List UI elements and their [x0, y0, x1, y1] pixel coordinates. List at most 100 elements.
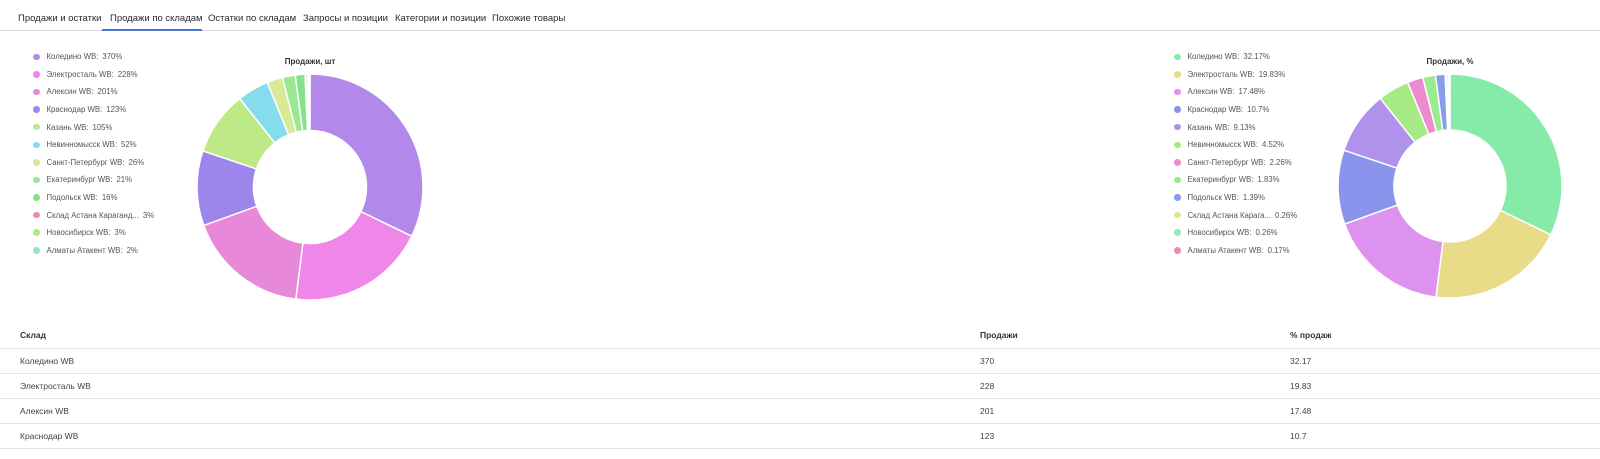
legend-label: Краснодар WB [1187, 105, 1242, 115]
legend-value: 9.13% [1233, 122, 1256, 132]
legend-item[interactable]: Электросталь WB:228% [33, 66, 154, 84]
legend-item[interactable]: Казань WB:9.13% [1174, 118, 1297, 136]
legend-dot [33, 141, 40, 149]
legend-dot [33, 53, 40, 61]
legend-value: 10.7% [1247, 105, 1270, 115]
legend-item[interactable]: Екатеринбург WB:21% [33, 171, 154, 189]
legend-value: 21% [116, 175, 133, 185]
legend-label: Екатеринбург WB [46, 175, 111, 185]
table-header: Склад Продажи % продаж [0, 322, 1600, 349]
legend-item[interactable]: Санкт-Петербург WB:26% [33, 154, 154, 172]
legend-dot [33, 123, 40, 131]
legend-value: 26% [128, 157, 145, 167]
legend-item[interactable]: Подольск WB:1.39% [1174, 189, 1297, 207]
legend-dot [33, 176, 40, 184]
chart-legend: Коледино WB:32.17% Электросталь WB:19.83… [1174, 48, 1297, 259]
legend-item[interactable]: Невинномысск WB:52% [33, 136, 154, 154]
legend-item[interactable]: Екатеринбург WB:1.83% [1174, 171, 1297, 189]
header-cell[interactable]: Продажи [980, 322, 1018, 349]
legend-item[interactable]: Склад Астана Караганд... 3% [33, 206, 154, 224]
legend-value: 0.26% [1275, 210, 1298, 220]
legend-value: 4.52% [1261, 140, 1285, 150]
legend-dot [1174, 211, 1181, 219]
legend-label: Краснодар WB [46, 105, 101, 115]
chart-legend: Коледино WB:370% Электросталь WB:228% Ал… [33, 48, 154, 259]
legend-item[interactable]: Казань WB:105% [33, 118, 154, 136]
legend-dot [1174, 159, 1181, 166]
tab-categories-and-positions[interactable]: Категории и позиции [395, 0, 486, 31]
chart-title: Продажи, шт [284, 57, 336, 66]
legend-dot [1174, 194, 1181, 201]
legend-value: 2.26% [1269, 157, 1292, 167]
legend-item[interactable]: Подольск WB:16% [33, 189, 154, 207]
table-cell: 32.17 [1290, 356, 1312, 366]
legend-item[interactable]: Невинномысск WB:4.52% [1174, 136, 1297, 154]
legend-label: Новосибирск WB [46, 228, 109, 238]
header-cell[interactable]: Склад [20, 322, 46, 349]
legend-value: 19.83% [1258, 69, 1286, 79]
legend-item[interactable]: Алматы Атакент WB:0.17% [1174, 242, 1297, 260]
tab-sales-and-stock[interactable]: Продажи и остатки [18, 0, 101, 31]
legend-item[interactable]: Алматы Атакент WB:2% [33, 242, 154, 260]
legend-item[interactable]: Коледино WB:32.17% [1174, 48, 1297, 66]
table-cell: 201 [980, 406, 995, 416]
table-row[interactable]: Краснодар WB 123 10.7 [0, 424, 1600, 449]
table-cell: 123 [980, 431, 995, 441]
legend-item[interactable]: Электросталь WB:19.83% [1174, 66, 1297, 84]
legend-label: Алексин WB [1187, 87, 1233, 97]
legend-dot [1174, 247, 1181, 254]
legend-dot [33, 211, 40, 219]
table-cell: 19.83 [1290, 381, 1312, 391]
tab-queries-and-positions[interactable]: Запросы и позиции [303, 0, 388, 31]
legend-item[interactable]: Краснодар WB:10.7% [1174, 101, 1297, 119]
legend-dot [1174, 123, 1181, 131]
legend-label: Казань WB [46, 122, 87, 132]
legend-dot [33, 194, 40, 201]
table-cell: 370 [980, 356, 995, 366]
tab-sales-by-warehouse[interactable]: Продажи по складам [102, 0, 203, 31]
legend-value: 2% [126, 245, 138, 255]
legend-item[interactable]: Склад Астана Карага... 0.26% [1174, 206, 1297, 224]
legend-dot [33, 71, 40, 78]
tab-stock-by-warehouse[interactable]: Остатки по складам [208, 0, 296, 31]
legend-dot [33, 159, 40, 166]
sales-table: Склад Продажи % продаж Коледино WB 370 3… [0, 322, 1600, 449]
legend-label: Санкт-Петербург WB [1187, 157, 1264, 167]
legend-value: 3% [142, 210, 155, 220]
legend-value: 123% [106, 105, 127, 115]
legend-item[interactable]: Алексин WB:17.48% [1174, 83, 1297, 101]
pie-slice[interactable] [309, 73, 424, 238]
legend-dot [1174, 176, 1181, 184]
legend-item[interactable]: Краснодар WB:123% [33, 101, 154, 119]
legend-item[interactable]: Новосибирск WB:0.26% [1174, 224, 1297, 242]
legend-value: 52% [120, 140, 137, 150]
table-row[interactable]: Электросталь WB 228 19.83 [0, 374, 1600, 399]
legend-item[interactable]: Алексин WB:201% [33, 83, 154, 101]
table-cell: 10.7 [1290, 431, 1307, 441]
legend-label: Алматы Атакент WB [1187, 245, 1262, 255]
legend-value: 32.17% [1243, 52, 1270, 62]
table-row[interactable]: Алексин WB 201 17.48 [0, 399, 1600, 424]
legend-label: Екатеринбург WB [1187, 175, 1252, 185]
legend-dot [1174, 106, 1181, 113]
legend-value: 3% [114, 228, 126, 238]
pie-slice[interactable] [1448, 73, 1451, 131]
table-row[interactable]: Коледино WB 370 32.17 [0, 349, 1600, 374]
legend-value: 0.26% [1255, 228, 1278, 238]
table-cell: Коледино WB [20, 356, 75, 366]
legend-value: 370% [102, 52, 123, 62]
legend-item[interactable]: Новосибирск WB:3% [33, 224, 154, 242]
header-cell[interactable]: % продаж [1290, 322, 1331, 349]
legend-label: Невинномысск WB [1187, 140, 1256, 150]
pie-slice[interactable] [1449, 73, 1563, 236]
legend-item[interactable]: Санкт-Петербург WB:2.26% [1174, 154, 1297, 172]
legend-label: Алексин WB [46, 87, 92, 97]
legend-label: Коледино WB [46, 52, 97, 62]
legend-label: Невинномысск WB [46, 140, 115, 150]
tab-similar-products[interactable]: Похожие товары [492, 0, 565, 31]
legend-label: Коледино WB [1187, 52, 1238, 62]
pie-slice[interactable] [308, 73, 311, 132]
table-cell: 17.48 [1290, 406, 1312, 416]
legend-item[interactable]: Коледино WB:370% [33, 48, 154, 66]
legend-label: Подольск WB [46, 193, 96, 203]
